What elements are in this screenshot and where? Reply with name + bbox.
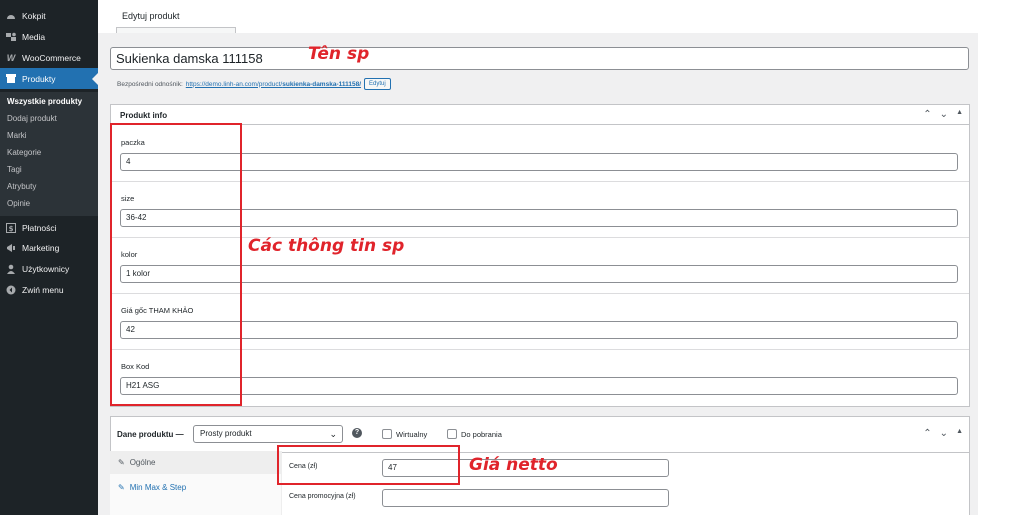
submenu-item-brands[interactable]: Marki [7,131,27,140]
submenu-item-attributes[interactable]: Atrybuty [7,182,36,191]
box-controls: ⌃ ⌄ ▲ [923,109,963,120]
products-submenu: Wszystkie produkty Dodaj produkt Marki K… [0,92,98,216]
submenu-item-add-product[interactable]: Dodaj produkt [7,114,57,123]
menu-label: Użytkownicy [22,263,70,274]
move-down-icon[interactable]: ⌄ [940,428,948,439]
collapse-icon [5,284,17,296]
menu-item-produkty[interactable]: Produkty [0,68,98,89]
field-input-size[interactable]: 36-42 [120,209,958,227]
menu-item-woocommerce[interactable]: W WooCommerce [0,47,98,68]
field-input-gia-goc[interactable]: 42 [120,321,958,339]
page-title: Edytuj produkt [122,11,180,21]
menu-label: Płatności [22,222,57,233]
field-input-kolor[interactable]: 1 kolor [120,265,958,283]
submenu-item-categories[interactable]: Kategorie [7,148,41,157]
products-icon [5,73,17,85]
product-data-tabs: ✎ Ogólne ✎ Min Max & Step [110,451,282,515]
submenu-item-reviews[interactable]: Opinie [7,199,30,208]
users-icon [5,263,17,275]
permalink-edit-button[interactable]: Edytuj [364,78,391,90]
box-controls: ⌃ ⌄ ▲ [923,428,963,439]
sale-price-label: Cena promocyjna (zł) [289,493,356,500]
menu-label: Kokpit [22,10,46,21]
submenu-item-tags[interactable]: Tagi [7,165,22,174]
annotation-price: Giá netto [469,455,558,475]
marketing-icon [5,242,17,254]
media-icon [5,31,17,43]
menu-label: Zwiń menu [22,284,64,295]
chevron-down-icon: ⌄ [329,429,337,439]
menu-label: Media [22,31,46,42]
virtual-label: Wirtualny [396,430,428,439]
menu-item-marketing[interactable]: Marketing [0,237,98,258]
menu-item-collapse[interactable]: Zwiń menu [0,279,98,300]
annotation-info-box [110,123,242,406]
tab-label: Min Max & Step [129,483,187,492]
product-info-header: Produkt info ⌃ ⌄ ▲ [111,105,969,125]
move-up-icon[interactable]: ⌃ [923,428,931,439]
downloadable-checkbox[interactable] [447,429,457,439]
sale-price-input[interactable] [382,489,669,507]
product-data-label: Dane produktu — [117,430,184,439]
field-input-box-kod[interactable]: H21 ASG [120,377,958,395]
tab-label: Ogólne [129,458,156,467]
permalink-label: Bezpośredni odnośnik: [117,80,183,88]
page-header: Edytuj produkt [98,0,1024,33]
menu-label: WooCommerce [22,52,81,63]
menu-label: Produkty [22,73,56,84]
product-title-input[interactable]: Sukienka damska 111158 [110,47,969,70]
move-up-icon[interactable]: ⌃ [923,109,931,120]
submenu-item-all-products[interactable]: Wszystkie produkty [7,97,82,106]
right-margin [978,33,1024,515]
field-input-paczka[interactable]: 4 [120,153,958,171]
permalink-row: Bezpośredni odnośnik: https://demo.linh-… [117,78,391,90]
annotation-product-name: Tên sp [308,44,370,64]
wrench-icon: ✎ [118,483,125,492]
menu-item-kokpit[interactable]: Kokpit [0,5,98,26]
menu-label: Marketing [22,242,60,253]
permalink-slug: sukienka-damska-111158/ [282,80,362,88]
toggle-panel-icon[interactable]: ▲ [956,109,963,120]
permalink-link[interactable]: https://demo.linh-an.com/product/sukienk… [186,81,361,88]
product-info-title: Produkt info [120,111,168,120]
svg-text:$: $ [9,225,14,233]
menu-item-media[interactable]: Media [0,26,98,47]
menu-item-payments[interactable]: $ Płatności [0,217,98,238]
dashboard-icon [5,10,17,22]
product-type-value: Prosty produkt [200,429,252,438]
wrench-icon: ✎ [118,458,125,467]
move-down-icon[interactable]: ⌄ [940,109,948,120]
payments-icon: $ [5,222,17,234]
woocommerce-icon: W [6,52,16,63]
permalink-base: https://demo.linh-an.com/product/ [185,80,283,88]
tab-min-max-step[interactable]: ✎ Min Max & Step [110,476,282,499]
product-type-select[interactable]: Prosty produkt ⌄ [193,425,343,443]
tab-general[interactable]: ✎ Ogólne [110,451,282,474]
menu-item-users[interactable]: Użytkownicy [0,258,98,279]
downloadable-label: Do pobrania [461,430,502,439]
annotation-product-info: Các thông tin sp [248,236,405,256]
annotation-price-box [277,445,460,485]
admin-sidebar: Kokpit Media W WooCommerce Produkty Wszy… [0,0,98,515]
toggle-panel-icon[interactable]: ▲ [956,428,963,439]
help-icon[interactable]: ? [352,428,362,438]
virtual-checkbox[interactable] [382,429,392,439]
